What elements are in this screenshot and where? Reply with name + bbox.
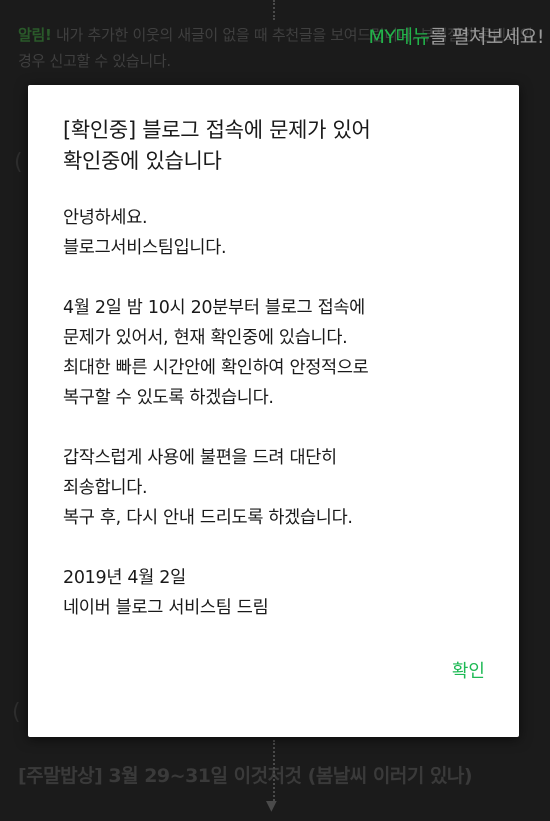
- tooltip-text: 를 펼쳐보세요!: [429, 26, 544, 48]
- top-connector-line: [273, 0, 275, 20]
- background-post-title: [주말밥상] 3월 29~31일 이것저것 (봄날씨 이러기 있나): [18, 765, 473, 787]
- body-line: 갑작스럽게 사용에 불편을 드려 대단히: [63, 448, 337, 468]
- body-line: 안녕하세요.: [63, 208, 148, 228]
- service-notice-dialog: [확인중] 블로그 접속에 문제가 있어 확인중에 있습니다 안녕하세요. 블로…: [28, 85, 519, 737]
- body-line: 복구 후, 다시 안내 드리도록 하겠습니다.: [63, 508, 353, 528]
- apology-paragraph: 갑작스럽게 사용에 불편을 드려 대단히 죄송합니다. 복구 후, 다시 안내 …: [63, 443, 503, 533]
- dialog-title-line: 확인중에 있습니다: [63, 149, 222, 173]
- greeting-paragraph: 안녕하세요. 블로그서비스팀입니다.: [63, 203, 503, 263]
- notice-date: 2019년 4월 2일: [63, 568, 186, 588]
- left-edge-icon-lower: (: [12, 700, 21, 725]
- signature-paragraph: 2019년 4월 2일 네이버 블로그 서비스팀 드림: [63, 563, 503, 623]
- bottom-connector-line: [273, 740, 275, 804]
- body-line: 최대한 빠른 시간안에 확인하여 안정적으로: [63, 358, 369, 378]
- body-line: 죄송합니다.: [63, 478, 148, 498]
- body-line: 복구할 수 있도록 하겠습니다.: [63, 388, 274, 408]
- dialog-body: 안녕하세요. 블로그서비스팀입니다. 4월 2일 밤 10시 20분부터 블로그…: [63, 203, 503, 623]
- body-line: 문제가 있어서, 현재 확인중에 있습니다.: [63, 328, 348, 348]
- tooltip-highlight: MY메뉴: [368, 26, 430, 48]
- body-line: 4월 2일 밤 10시 20분부터 블로그 접속에: [63, 298, 365, 318]
- issue-paragraph: 4월 2일 밤 10시 20분부터 블로그 접속에 문제가 있어서, 현재 확인…: [63, 293, 503, 413]
- my-menu-tooltip: MY메뉴를 펼쳐보세요!: [368, 22, 544, 49]
- chevron-down-icon: ▼: [266, 798, 277, 814]
- notice-tag: 알림!: [18, 26, 52, 44]
- confirm-button[interactable]: 확인: [450, 653, 487, 687]
- dialog-title-line: [확인중] 블로그 접속에 문제가 있어: [63, 118, 371, 142]
- body-line: 블로그서비스팀입니다.: [63, 238, 227, 258]
- notice-signature: 네이버 블로그 서비스팀 드림: [63, 598, 269, 618]
- left-edge-icon: (: [14, 150, 23, 175]
- dialog-title: [확인중] 블로그 접속에 문제가 있어 확인중에 있습니다: [63, 115, 493, 177]
